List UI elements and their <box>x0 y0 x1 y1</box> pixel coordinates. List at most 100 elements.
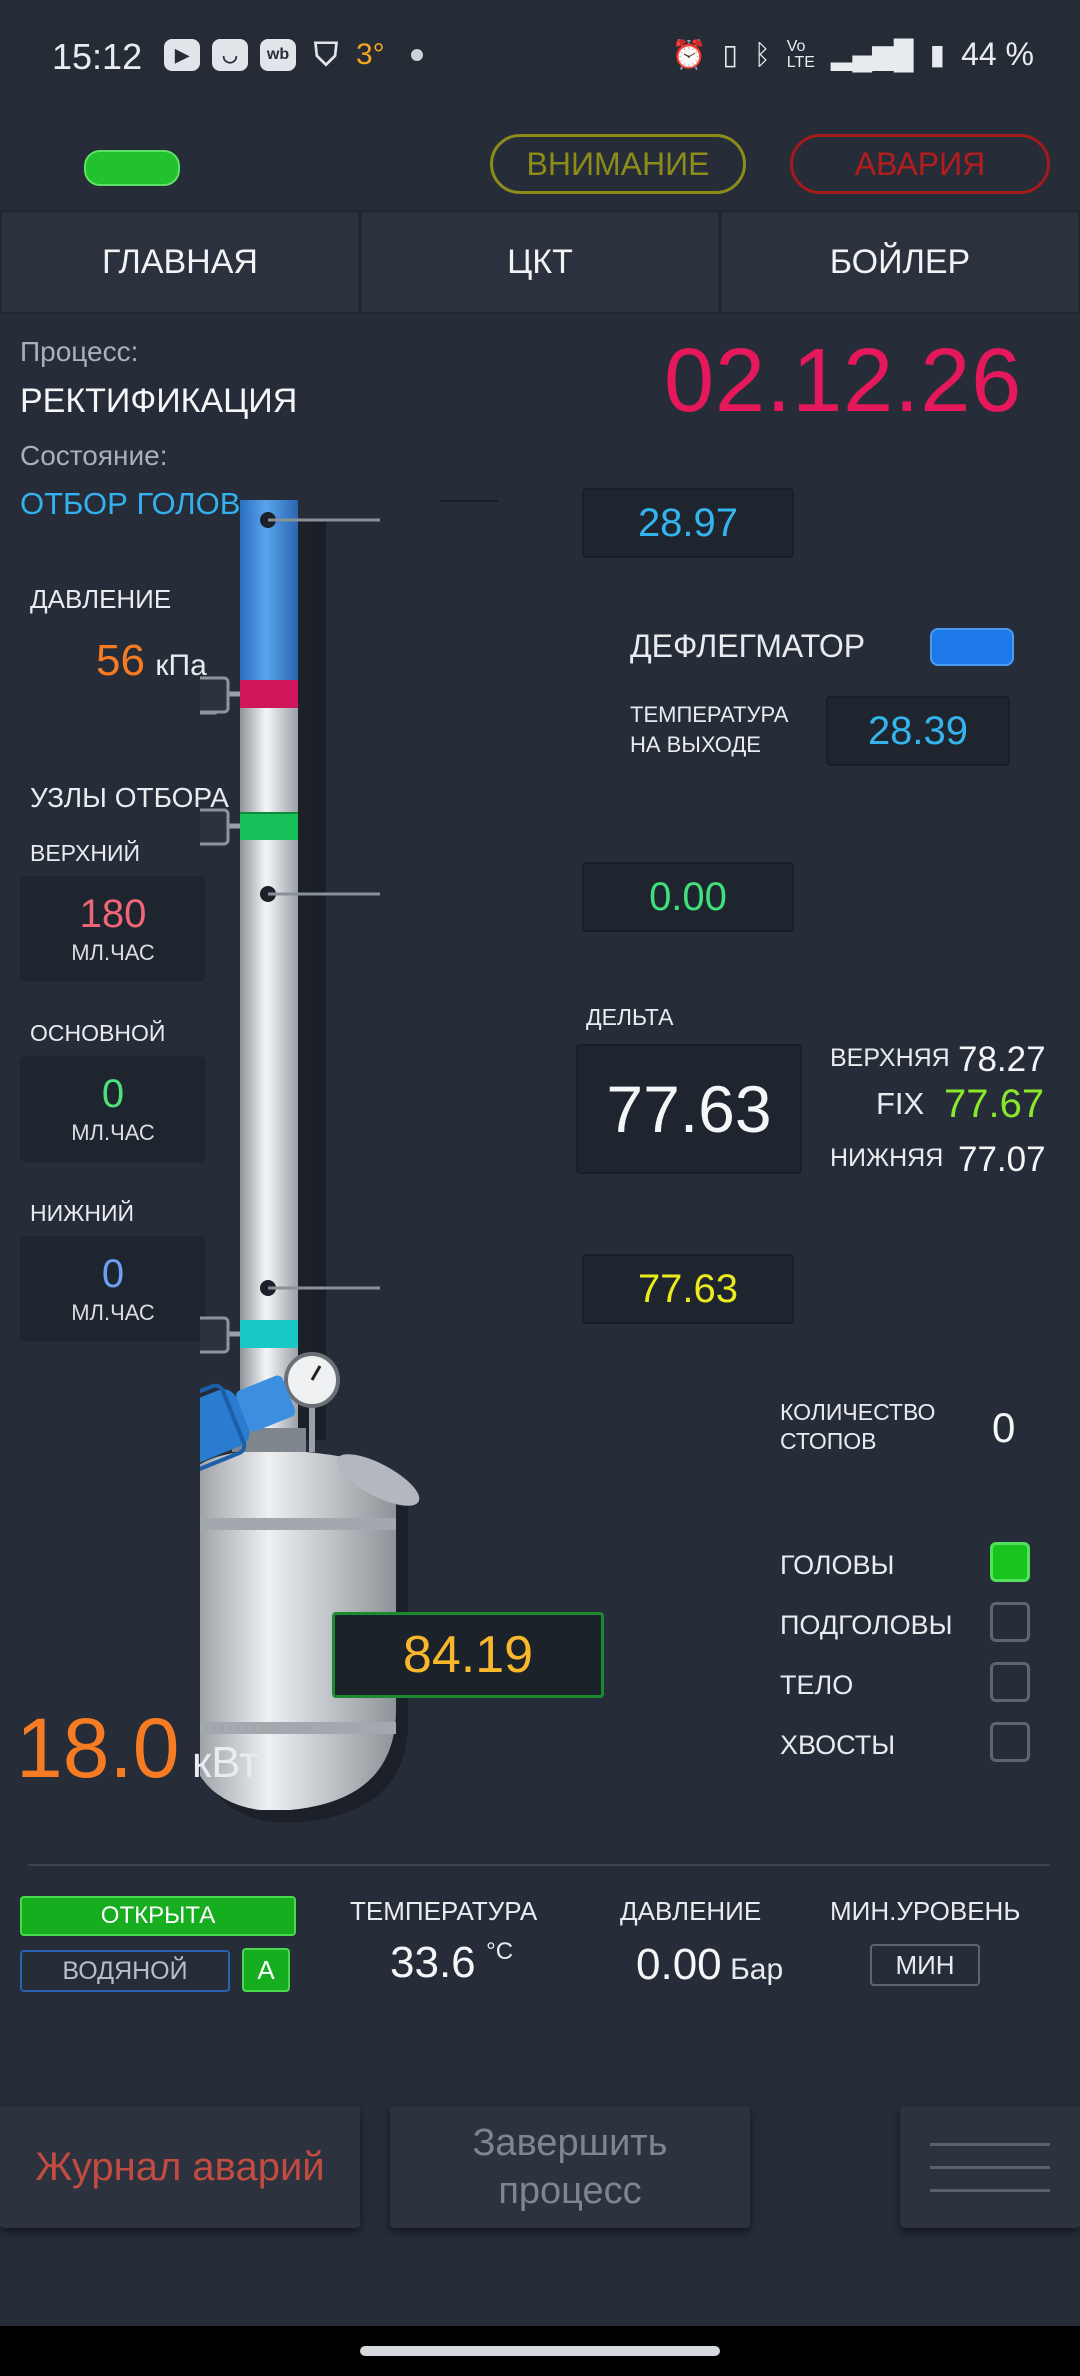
bottom-temp-display: 77.63 <box>582 1254 794 1324</box>
menu-icon-line <box>930 2188 1050 2192</box>
fraction-tails-label: ХВОСТЫ <box>780 1730 896 1760</box>
mail-icon: ◡ <box>212 39 248 71</box>
delta-upper-label: ВЕРХНЯЯ <box>830 1044 950 1072</box>
delta-lower-label: НИЖНЯЯ <box>830 1144 944 1172</box>
tab-bar: ГЛАВНАЯ ЦКТ БОЙЛЕР <box>0 210 1080 314</box>
system-icons: ⏰ ▯ ᛒ Vo LTE ▂▄▆█ ▮ 44 % <box>672 36 1034 73</box>
fraction-subheads-checkbox[interactable] <box>990 1602 1030 1642</box>
delta-display[interactable]: 77.63 <box>576 1044 802 1174</box>
main-takeoff-value: 0 <box>101 1072 125 1116</box>
pressure-readout: 56 кПа <box>96 636 207 686</box>
process-label: Процесс: <box>20 336 139 367</box>
water-pressure-unit: Бар <box>730 1953 784 1986</box>
water-pressure-value: 0.00 <box>636 1940 722 1989</box>
upper-takeoff-label: ВЕРХНИЙ <box>30 840 141 866</box>
pressure-label: ДАВЛЕНИЕ <box>30 584 172 614</box>
lower-takeoff-value: 0 <box>101 1252 125 1296</box>
power-unit: кВт <box>191 1738 260 1787</box>
fraction-subheads-label: ПОДГОЛОВЫ <box>780 1610 953 1640</box>
fraction-heads-label: ГОЛОВЫ <box>780 1550 895 1580</box>
menu-icon-line <box>930 2165 1050 2169</box>
tab-main[interactable]: ГЛАВНАЯ <box>0 210 360 314</box>
auto-mode-button[interactable]: А <box>242 1948 290 1992</box>
water-pressure-readout: 0.00 Бар <box>636 1940 783 1990</box>
lower-takeoff-label: НИЖНИЙ <box>30 1200 135 1226</box>
dephlegmator-indicator[interactable] <box>930 628 1014 666</box>
tab-ckt[interactable]: ЦКТ <box>360 210 720 314</box>
notification-icons: ▶ ◡ wb ⛉ 3° <box>164 36 423 72</box>
lower-takeoff-unit: МЛ.ЧАС <box>71 1300 155 1325</box>
stops-label-line-1: КОЛИЧЕСТВО <box>780 1399 936 1425</box>
fraction-tails-checkbox[interactable] <box>990 1722 1030 1762</box>
lower-takeoff-box[interactable]: 0 МЛ.ЧАС <box>20 1236 206 1342</box>
upper-takeoff-box[interactable]: 180 МЛ.ЧАС <box>20 876 206 982</box>
water-temp-value: 33.6 <box>390 1938 476 1987</box>
tab-boiler[interactable]: БОЙЛЕР <box>720 210 1080 314</box>
pressure-value: 56 <box>96 636 145 685</box>
water-temp-readout: 33.6 °C <box>390 1938 513 1988</box>
volte-icon: Vo LTE <box>786 37 815 71</box>
min-level-indicator: МИН <box>870 1944 980 1986</box>
bluetooth-icon: ᛒ <box>753 38 771 70</box>
system-nav-bar <box>0 2326 1080 2376</box>
wb-icon: wb <box>260 39 296 71</box>
upper-takeoff-value: 180 <box>79 892 147 936</box>
connection-indicator <box>84 150 180 186</box>
delta-fix-label: FIX <box>876 1086 925 1121</box>
main-takeoff-unit: МЛ.ЧАС <box>71 1120 155 1145</box>
divider <box>28 1864 1050 1866</box>
warning-button[interactable]: ВНИМАНИЕ <box>490 134 746 194</box>
menu-button[interactable] <box>900 2106 1080 2228</box>
clock: 15:12 <box>52 36 143 77</box>
mid-temp-display: 0.00 <box>582 862 794 932</box>
state-label: Состояние: <box>20 440 168 471</box>
kettle-temp-display: 84.19 <box>332 1612 604 1698</box>
battery-level: 44 % <box>961 36 1034 72</box>
vibrate-icon: ▯ <box>722 39 738 70</box>
alarm-log-button[interactable]: Журнал аварий <box>0 2106 360 2228</box>
status-bar: 15:12 ▶ ◡ wb ⛉ 3° ⏰ ▯ ᛒ Vo LTE ▂▄▆█ ▮ 44 … <box>0 0 1080 120</box>
outlet-temp-label: ТЕМПЕРАТУРА НА ВЫХОДЕ <box>630 700 788 760</box>
water-pressure-label: ДАВЛЕНИЕ <box>620 1896 762 1926</box>
fraction-body-label: ТЕЛО <box>780 1670 854 1700</box>
stops-label: КОЛИЧЕСТВО СТОПОВ <box>780 1398 935 1456</box>
finish-process-button[interactable]: Завершить процесс <box>390 2106 750 2228</box>
alarm-button[interactable]: АВАРИЯ <box>790 134 1050 194</box>
dephlegmator-label: ДЕФЛЕГМАТОР <box>630 628 866 664</box>
delta-upper-value: 78.27 <box>958 1040 1046 1079</box>
delta-fix-value: 77.67 <box>944 1082 1045 1126</box>
stops-value: 0 <box>992 1404 1016 1451</box>
outlet-label-line-1: ТЕМПЕРАТУРА <box>630 702 789 727</box>
outlet-temp-display: 28.39 <box>826 696 1010 766</box>
stops-label-line-2: СТОПОВ <box>780 1428 877 1454</box>
water-temp-label: ТЕМПЕРАТУРА <box>350 1896 538 1926</box>
delta-label: ДЕЛЬТА <box>586 1004 674 1030</box>
shield-icon: ⛉ <box>313 36 338 72</box>
youtube-icon: ▶ <box>164 39 200 71</box>
menu-icon-line <box>930 2142 1050 2146</box>
finish-process-line-1: Завершить <box>472 2122 668 2164</box>
process-timer: 02.12.26 <box>664 331 1023 431</box>
valve-state-badge[interactable]: ОТКРЫТА <box>20 1896 296 1936</box>
home-indicator[interactable] <box>360 2346 720 2356</box>
min-level-label: МИН.УРОВЕНЬ <box>830 1896 1021 1926</box>
power-value: 18.0 <box>16 1701 180 1795</box>
battery-icon: ▮ <box>929 39 946 70</box>
water-temp-unit: °C <box>486 1938 514 1965</box>
outlet-label-line-2: НА ВЫХОДЕ <box>630 732 761 757</box>
finish-process-line-2: процесс <box>498 2170 642 2212</box>
more-dot-icon <box>410 49 423 61</box>
process-value: РЕКТИФИКАЦИЯ <box>20 382 298 420</box>
signal-icon: ▂▄▆█ <box>830 39 914 70</box>
weather-temp: 3° <box>356 38 385 71</box>
delta-lower-value: 77.07 <box>958 1140 1046 1179</box>
alarm-icon: ⏰ <box>671 39 707 70</box>
main-takeoff-label: ОСНОВНОЙ <box>30 1020 166 1046</box>
fraction-body-checkbox[interactable] <box>990 1662 1030 1702</box>
fraction-heads-checkbox[interactable] <box>990 1542 1030 1582</box>
upper-takeoff-unit: МЛ.ЧАС <box>71 940 155 965</box>
top-temp-display: 28.97 <box>582 488 794 558</box>
main-takeoff-box[interactable]: 0 МЛ.ЧАС <box>20 1056 206 1162</box>
cooling-mode-button[interactable]: ВОДЯНОЙ <box>20 1950 230 1992</box>
power-readout: 18.0 кВт <box>16 1700 259 1797</box>
